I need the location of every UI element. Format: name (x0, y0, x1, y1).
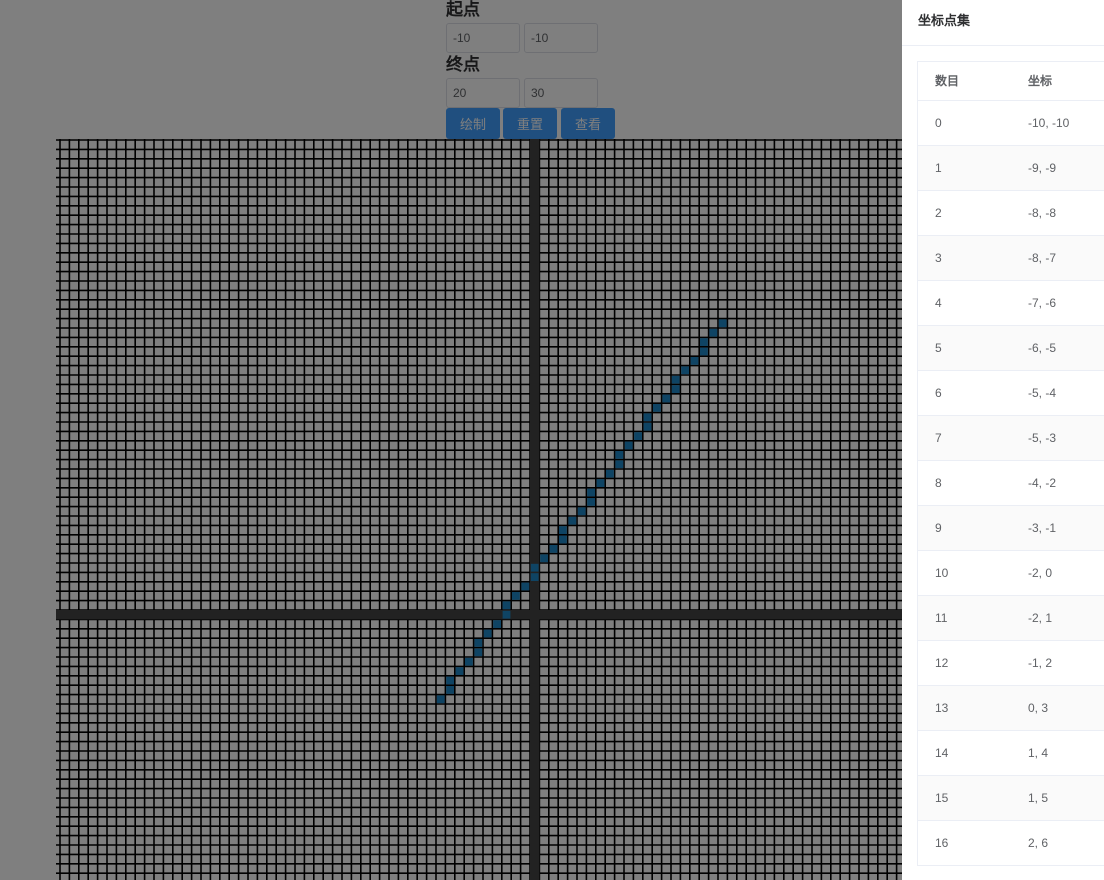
row-coordinate: -4, -2 (1028, 476, 1057, 490)
row-coordinate: -10, -10 (1028, 116, 1070, 130)
table-row: 10 -2, 0 (918, 551, 1104, 596)
table-row: 16 2, 6 (918, 821, 1104, 866)
table-row: 14 1, 4 (918, 731, 1104, 776)
row-index: 5 (935, 341, 942, 355)
app-root: 起点 终点 绘制 重置 查看 坐标点集 数目 坐标 0-10, -101-9, … (0, 0, 1104, 880)
row-index: 6 (935, 386, 942, 400)
table-row: 8 -4, -2 (918, 461, 1104, 506)
table-row: 1 -9, -9 (918, 146, 1104, 191)
coordinate-table: 数目 坐标 0 -10, -10 1 -9, -9 2 -8, -8 3 -8, -7 4 -7,… (917, 61, 1104, 866)
table-row: 11 -2, 1 (918, 596, 1104, 641)
row-index: 3 (935, 251, 942, 265)
header-index: 数目 (935, 74, 960, 88)
drawer-title: 坐标点集 (918, 14, 971, 29)
row-coordinate: -6, -5 (1028, 341, 1057, 355)
row-coordinate: -8, -8 (1028, 206, 1057, 220)
row-coordinate: -5, -3 (1028, 431, 1057, 445)
drawer-divider (902, 45, 1104, 46)
row-index: 2 (935, 206, 942, 220)
row-index: 7 (935, 431, 942, 445)
row-index: 16 (935, 836, 949, 850)
row-index: 1 (935, 161, 942, 175)
table-row: 4 -7, -6 (918, 281, 1104, 326)
row-coordinate: -3, -1 (1028, 521, 1057, 535)
table-row: 15 1, 5 (918, 776, 1104, 821)
table-row: 5 -6, -5 (918, 326, 1104, 371)
row-index: 12 (935, 656, 949, 670)
row-index: 4 (935, 296, 942, 310)
table-row: 12 -1, 2 (918, 641, 1104, 686)
table-row: 3 -8, -7 (918, 236, 1104, 281)
row-coordinate: -2, 1 (1028, 611, 1053, 625)
row-index: 13 (935, 701, 949, 715)
table-row: 13 0, 3 (918, 686, 1104, 731)
row-coordinate: -1, 2 (1028, 656, 1053, 670)
table-row: 2 -8, -8 (918, 191, 1104, 236)
row-index: 10 (935, 566, 949, 580)
row-coordinate: -8, -7 (1028, 251, 1057, 265)
table-body: 0 -10, -10 1 -9, -9 2 -8, -8 3 -8, -7 4 -7, -6 5 -6… (918, 101, 1104, 866)
row-index: 0 (935, 116, 942, 130)
row-index: 8 (935, 476, 942, 490)
row-coordinate: -5, -4 (1028, 386, 1057, 400)
row-index: 15 (935, 791, 949, 805)
row-coordinate: 2, 6 (1028, 836, 1049, 850)
row-coordinate: 0, 3 (1028, 701, 1049, 715)
row-coordinate: 1, 5 (1028, 791, 1049, 805)
table-row: 7 -5, -3 (918, 416, 1104, 461)
table-row: 0 -10, -10 (918, 101, 1104, 146)
coordinate-drawer: 坐标点集 数目 坐标 0 -10, -10 1 -9, -9 2 -8, -8 3 -8, -… (902, 0, 1104, 880)
row-coordinate: -2, 0 (1028, 566, 1053, 580)
row-coordinate: 1, 4 (1028, 746, 1049, 760)
table-row: 6 -5, -4 (918, 371, 1104, 416)
header-coord: 坐标 (1028, 74, 1053, 88)
table-row: 9 -3, -1 (918, 506, 1104, 551)
row-index: 11 (935, 611, 948, 625)
row-coordinate: -7, -6 (1028, 296, 1057, 310)
row-coordinate: -9, -9 (1028, 161, 1057, 175)
row-index: 9 (935, 521, 942, 535)
table-header: 数目 坐标 (918, 62, 1104, 101)
row-index: 14 (935, 746, 949, 760)
